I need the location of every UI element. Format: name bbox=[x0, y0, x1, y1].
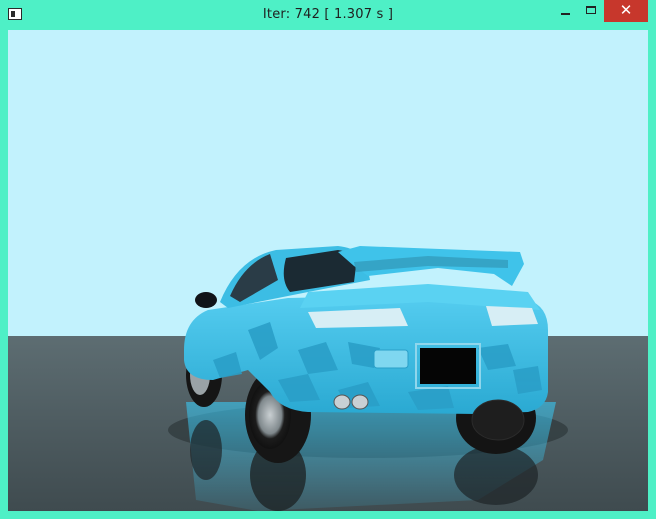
app-window: Iter: 742 [ 1.307 s ] ✕ bbox=[0, 0, 656, 519]
minimize-button[interactable] bbox=[552, 0, 578, 22]
maximize-button[interactable] bbox=[578, 0, 604, 22]
maximize-icon bbox=[586, 6, 596, 14]
exhaust-right bbox=[351, 394, 369, 410]
trunk-handle bbox=[373, 349, 409, 369]
rendered-scene bbox=[8, 30, 648, 511]
close-button[interactable]: ✕ bbox=[604, 0, 648, 22]
right-taillight bbox=[486, 306, 538, 326]
exhaust-left bbox=[333, 394, 351, 410]
render-viewport[interactable] bbox=[8, 30, 648, 511]
minimize-icon bbox=[561, 13, 570, 15]
license-plate bbox=[420, 348, 476, 384]
close-icon: ✕ bbox=[619, 1, 633, 19]
side-mirror bbox=[195, 292, 217, 308]
right-rear-rim bbox=[471, 399, 525, 441]
title-bar[interactable]: Iter: 742 [ 1.307 s ] ✕ bbox=[0, 0, 656, 30]
